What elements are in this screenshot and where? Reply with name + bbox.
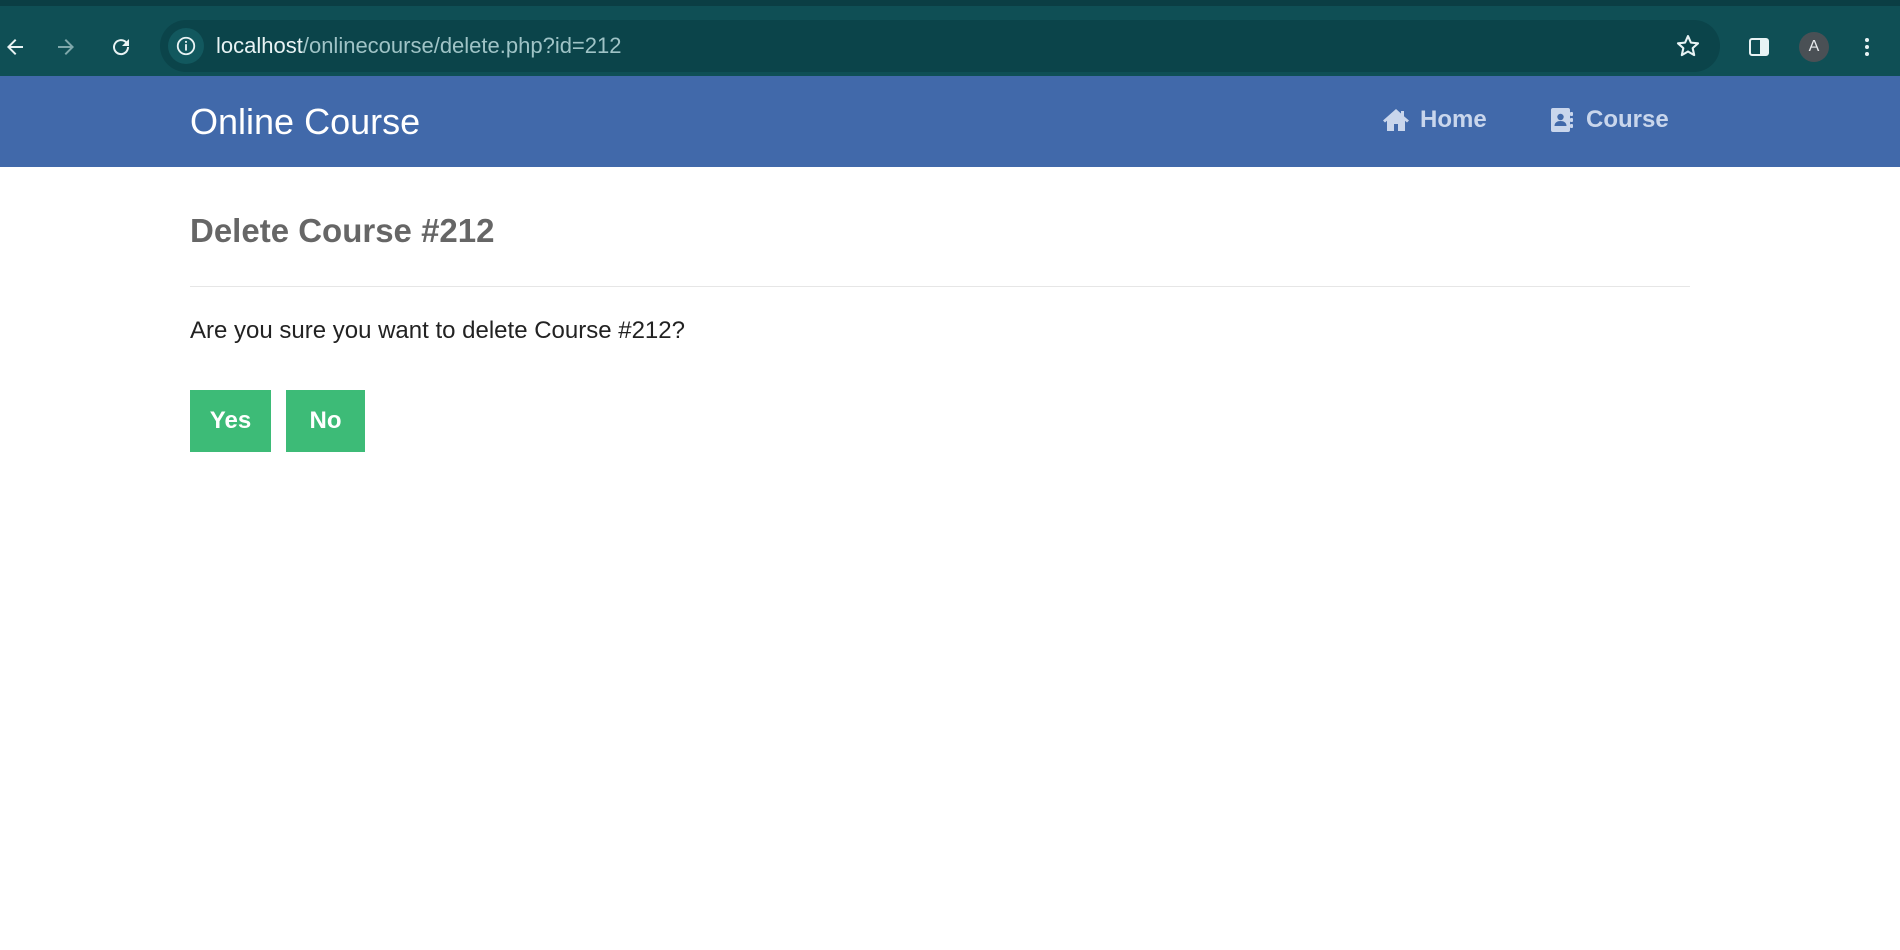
avatar: A — [1799, 32, 1829, 62]
back-button[interactable] — [0, 26, 36, 68]
kebab-menu-icon — [1865, 38, 1869, 56]
side-panel-icon — [1749, 38, 1769, 56]
reload-icon — [113, 39, 130, 56]
brand-logo-text[interactable]: Online Course — [190, 102, 420, 142]
yes-button[interactable]: Yes — [190, 390, 271, 452]
reload-button[interactable] — [100, 26, 142, 68]
forward-arrow-icon — [58, 39, 74, 55]
browser-menu-button[interactable] — [1846, 26, 1888, 68]
info-icon — [176, 36, 196, 56]
confirmation-message: Are you sure you want to delete Course #… — [190, 317, 685, 344]
back-arrow-icon — [7, 39, 23, 55]
site-info-button[interactable] — [168, 28, 204, 64]
nav-course-link[interactable]: Course — [1548, 106, 1669, 134]
side-panel-button[interactable] — [1738, 26, 1780, 68]
nav-home-link[interactable]: Home — [1382, 106, 1487, 134]
address-book-icon — [1551, 108, 1573, 132]
home-icon — [1383, 109, 1409, 131]
browser-toolbar: localhost/onlinecourse/delete.php?id=212… — [0, 0, 1900, 76]
nav-course-label: Course — [1586, 106, 1669, 133]
no-button[interactable]: No — [286, 390, 365, 452]
url-path: /onlinecourse/delete.php?id=212 — [302, 33, 622, 58]
page-title: Delete Course #212 — [190, 212, 495, 249]
url-text[interactable]: localhost/onlinecourse/delete.php?id=212 — [216, 33, 622, 59]
url-host: localhost — [216, 33, 303, 58]
star-icon[interactable] — [1674, 32, 1702, 60]
site-navbar: Online Course Home Course — [0, 76, 1900, 167]
nav-home-label: Home — [1420, 106, 1487, 133]
forward-button[interactable] — [45, 26, 87, 68]
profile-button[interactable]: A — [1793, 26, 1835, 68]
divider — [190, 286, 1690, 287]
address-bar[interactable]: localhost/onlinecourse/delete.php?id=212 — [160, 20, 1720, 72]
